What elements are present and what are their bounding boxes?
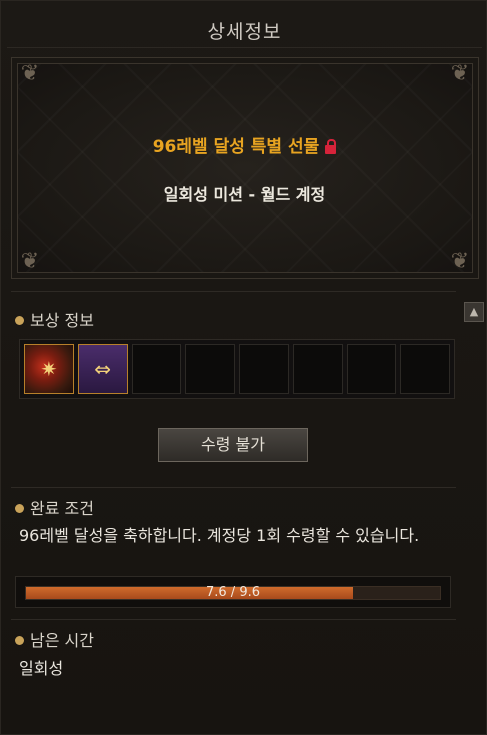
progress-container: 7.6 / 9.6 — [15, 576, 451, 608]
flag-icon — [15, 504, 24, 513]
reward-slot-empty — [400, 344, 450, 394]
remaining-header: 남은 시간 — [15, 627, 94, 651]
reward-slot[interactable]: ⇔ — [77, 344, 128, 394]
reward-slots: ✷ ⇔ — [19, 339, 455, 399]
pouch-icon — [15, 316, 24, 325]
quest-banner-frame: ❦ ❦ ❦ ❦ — [11, 57, 479, 279]
completion-header-label: 완료 조건 — [30, 499, 94, 518]
clock-icon — [15, 636, 24, 645]
ornament-corner-icon: ❦ — [450, 61, 470, 86]
reward-slot-empty — [292, 344, 343, 394]
reward-slot-empty — [185, 344, 235, 394]
completion-header: 완료 조건 — [15, 495, 94, 519]
reward-slot-empty — [239, 344, 289, 394]
red-orb-item-icon: ✷ — [40, 357, 58, 381]
reward-slot[interactable]: ✷ — [24, 344, 74, 394]
receive-button[interactable]: 수령 불가 — [158, 428, 308, 462]
ornament-corner-icon: ❦ — [20, 249, 40, 274]
section-divider — [11, 619, 456, 620]
progress-text: 7.6 / 9.6 — [206, 585, 260, 600]
section-divider — [11, 291, 456, 292]
quest-title-text: 96레벨 달성 특별 선물 — [152, 137, 320, 157]
rewards-header-label: 보상 정보 — [30, 311, 94, 330]
detail-panel: 상세정보 ❦ ❦ ❦ ❦ 96레벨 달성 특별 선물 일회성 미션 - 월드 계… — [0, 0, 487, 735]
quest-type: 일회성 미션 - 월드 계정 — [163, 185, 326, 204]
title-divider — [7, 47, 482, 48]
reward-slot-empty — [346, 344, 397, 394]
ornament-corner-icon: ❦ — [450, 249, 470, 274]
progress-bar: 7.6 / 9.6 — [25, 585, 441, 600]
window-title: 상세정보 — [207, 21, 282, 43]
reward-slot-empty — [131, 344, 182, 394]
purple-scroll-item-icon: ⇔ — [94, 357, 111, 381]
completion-description: 96레벨 달성을 축하합니다. 계정당 1회 수령할 수 있습니다. — [19, 526, 420, 545]
rewards-header: 보상 정보 — [15, 307, 94, 331]
ornament-corner-icon: ❦ — [20, 61, 40, 86]
remaining-header-label: 남은 시간 — [30, 631, 94, 650]
remaining-value: 일회성 — [19, 659, 64, 678]
scroll-up-button[interactable]: ▲ — [464, 302, 484, 322]
section-divider — [11, 487, 456, 488]
lock-icon — [325, 139, 337, 154]
quest-title: 96레벨 달성 특별 선물 — [1, 132, 487, 157]
